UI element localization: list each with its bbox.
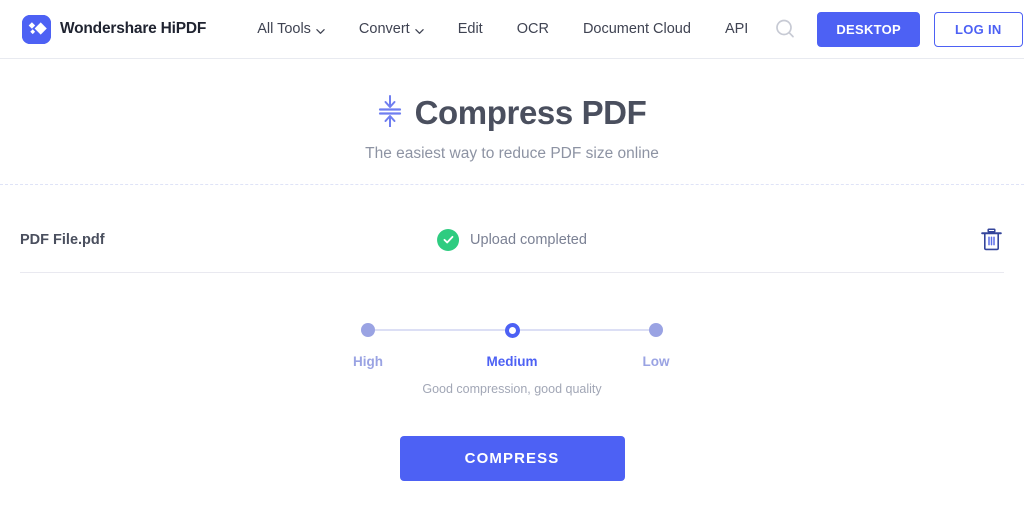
- diamonds-logo-icon: [22, 14, 51, 44]
- slider-label-low[interactable]: Low: [643, 354, 670, 369]
- slider-dot-high[interactable]: [361, 323, 375, 337]
- chevron-down-icon: [414, 24, 424, 34]
- nav-item-label: Convert: [358, 21, 410, 37]
- upload-status: Upload completed: [437, 228, 587, 251]
- file-name: PDF File.pdf: [20, 231, 105, 248]
- top-navbar: Wondershare HiPDF All Tools Convert Edit…: [0, 0, 1024, 59]
- page-subtitle: The easiest way to reduce PDF size onlin…: [365, 145, 659, 162]
- nav-item-api[interactable]: API: [708, 15, 765, 43]
- slider-track-right: [519, 329, 649, 331]
- nav-item-ocr[interactable]: OCR: [500, 15, 566, 43]
- slider-track-left: [375, 329, 505, 331]
- nav-item-label: OCR: [516, 21, 549, 37]
- page-title-row: Compress PDF: [0, 94, 1024, 132]
- compression-level-control: High Medium Low Good compression, good q…: [0, 319, 1024, 396]
- nav-item-label: All Tools: [257, 21, 311, 37]
- file-row: PDF File.pdf Upload completed: [0, 207, 1024, 272]
- nav-item-document-cloud[interactable]: Document Cloud: [566, 15, 708, 43]
- nav-item-convert[interactable]: Convert: [342, 15, 441, 43]
- brand-name: Wondershare HiPDF: [60, 20, 207, 37]
- nav-item-label: Edit: [457, 21, 483, 37]
- compression-slider[interactable]: [361, 319, 663, 341]
- file-row-divider: [20, 272, 1004, 273]
- brand-logo-link[interactable]: Wondershare HiPDF: [22, 14, 207, 44]
- chevron-down-icon: [316, 24, 325, 34]
- compress-button[interactable]: COMPRESS: [399, 436, 625, 481]
- nav-item-all-tools[interactable]: All Tools: [240, 15, 342, 43]
- check-circle-icon: [437, 228, 460, 251]
- hero-section: Compress PDF The easiest way to reduce P…: [0, 59, 1024, 207]
- nav-item-label: Document Cloud: [582, 21, 691, 37]
- page-title: Compress PDF: [414, 94, 647, 131]
- upload-status-text: Upload completed: [470, 231, 587, 248]
- login-button[interactable]: LOG IN: [934, 11, 1023, 47]
- slider-label-high[interactable]: High: [353, 354, 383, 369]
- nav-item-label: API: [724, 21, 749, 37]
- compression-hint: Good compression, good quality: [422, 382, 602, 396]
- nav-links: All Tools Convert Edit OCR Document Clou…: [240, 15, 765, 43]
- slider-dot-low[interactable]: [649, 323, 663, 337]
- slider-label-medium[interactable]: Medium: [486, 354, 537, 369]
- desktop-button[interactable]: DESKTOP: [817, 11, 921, 47]
- nav-item-edit[interactable]: Edit: [441, 15, 500, 43]
- hero-divider: [0, 184, 1024, 185]
- slider-dot-medium[interactable]: [504, 322, 520, 338]
- search-icon[interactable]: [765, 9, 805, 49]
- navbar-actions: DESKTOP LOG IN: [765, 9, 1023, 49]
- trash-icon[interactable]: [978, 227, 1004, 253]
- action-area: COMPRESS: [0, 436, 1024, 481]
- compress-icon: [378, 94, 402, 132]
- slider-labels: High Medium Low: [353, 354, 670, 374]
